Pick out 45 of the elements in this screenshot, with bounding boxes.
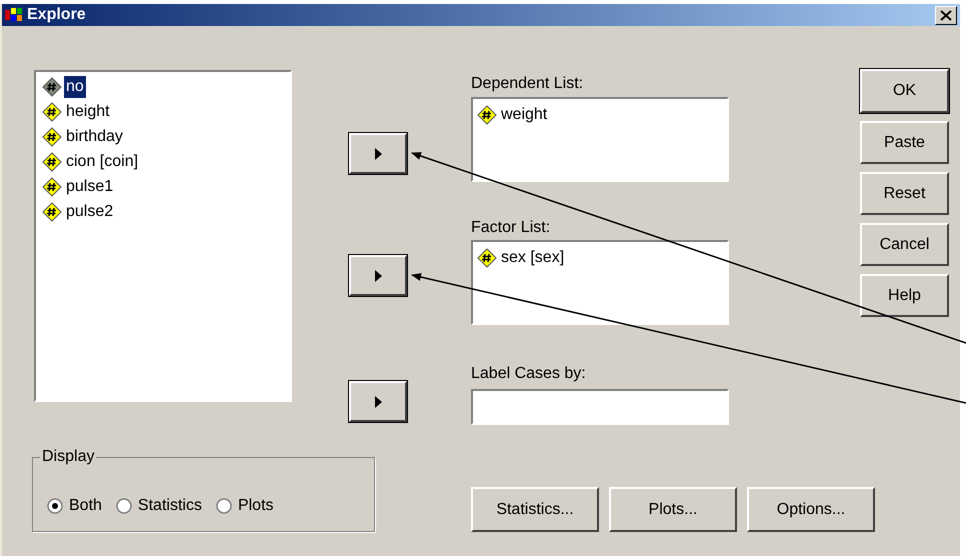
- variable-item[interactable]: no: [64, 76, 86, 98]
- dialog-button[interactable]: Plots...: [609, 487, 737, 532]
- close-button[interactable]: [935, 6, 957, 24]
- play-icon: [374, 270, 382, 282]
- dialog-button[interactable]: Paste: [860, 121, 949, 164]
- close-icon: [940, 10, 952, 20]
- radio-label: Statistics: [138, 496, 202, 516]
- dialog-button[interactable]: Options...: [747, 487, 875, 532]
- variable-item[interactable]: pulse1: [64, 176, 116, 198]
- radio-button[interactable]: [216, 498, 232, 514]
- variable-icon: [477, 105, 497, 125]
- variable-item[interactable]: pulse2: [64, 200, 116, 222]
- move-button[interactable]: [349, 255, 407, 296]
- move-button[interactable]: [349, 133, 407, 174]
- variable-icon: [42, 152, 62, 172]
- variable-item[interactable]: height: [64, 100, 112, 122]
- play-icon: [374, 396, 382, 408]
- variable-item[interactable]: sex [sex]: [501, 247, 564, 269]
- dialog-button[interactable]: Cancel: [860, 223, 949, 266]
- dialog-button[interactable]: Reset: [860, 172, 949, 215]
- dialog-button[interactable]: Help: [860, 274, 949, 317]
- variable-icon: [42, 176, 62, 196]
- variable-icon: [42, 202, 62, 222]
- window-title: Explore: [27, 7, 86, 23]
- radio-label: Both: [69, 496, 102, 516]
- app-icon: [5, 7, 23, 23]
- radio-button[interactable]: [47, 498, 63, 514]
- radio-button[interactable]: [116, 498, 132, 514]
- radio-label: Plots: [238, 496, 274, 516]
- variable-icon: [42, 102, 62, 122]
- field-label: Dependent List:: [471, 74, 584, 94]
- dialog-button[interactable]: Statistics...: [471, 487, 599, 532]
- label-cases-field[interactable]: [471, 389, 729, 425]
- variable-item[interactable]: weight: [501, 104, 548, 126]
- group-label: Display: [40, 447, 96, 467]
- field-label: Factor List:: [471, 218, 552, 238]
- move-button[interactable]: [349, 381, 407, 422]
- variable-item[interactable]: cion [coin]: [64, 150, 140, 172]
- variable-icon: [42, 126, 62, 146]
- field-label: Label Cases by:: [471, 364, 587, 384]
- variable-icon: [477, 248, 497, 268]
- dialog-button[interactable]: OK: [860, 69, 949, 113]
- variable-icon: [42, 76, 62, 96]
- play-icon: [374, 148, 382, 160]
- variable-item[interactable]: birthday: [64, 126, 125, 148]
